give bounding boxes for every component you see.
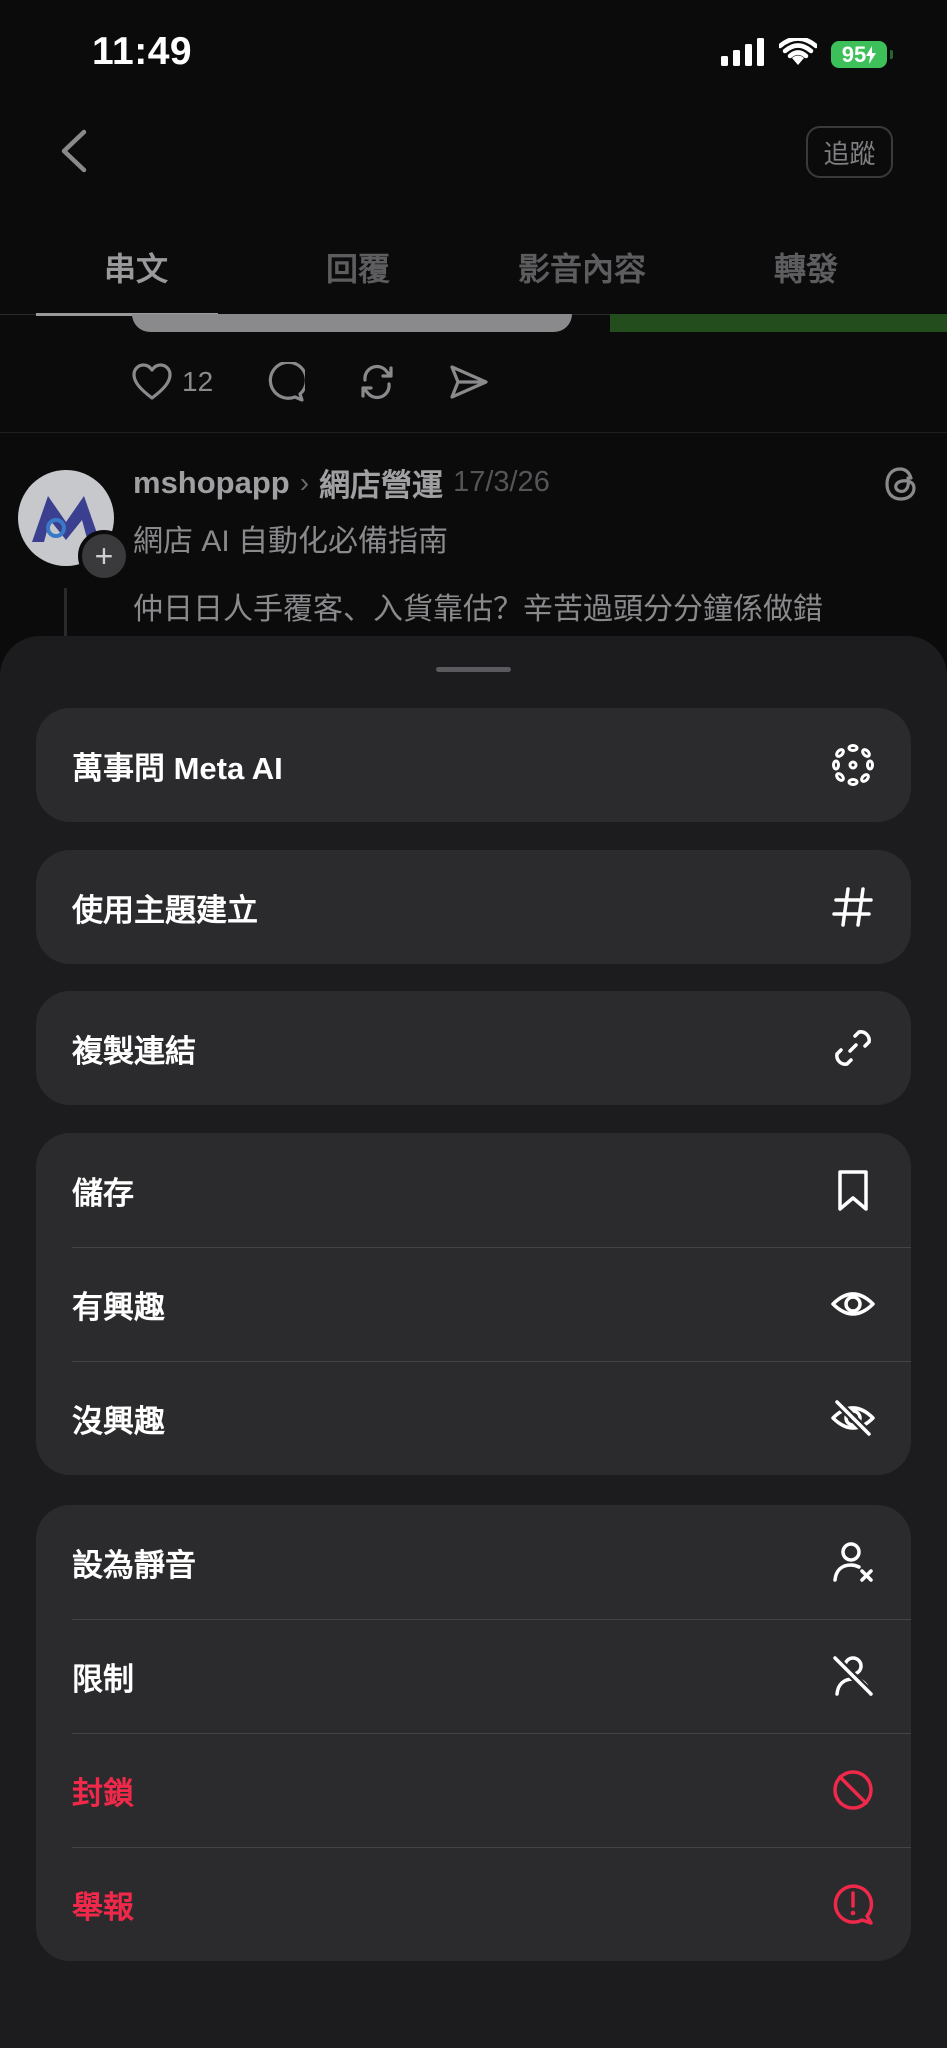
menu-group-save-interest: 儲存 有興趣 沒興趣 bbox=[36, 1133, 911, 1475]
comment-icon bbox=[268, 362, 306, 402]
back-button[interactable] bbox=[52, 126, 102, 176]
profile-tabs: 串文 回覆 影音內容 轉發 bbox=[0, 230, 947, 316]
cellular-signal-icon bbox=[721, 38, 765, 71]
menu-item-label: 複製連結 bbox=[72, 1033, 196, 1069]
meta-ai-icon bbox=[831, 743, 875, 787]
menu-item-ask-meta-ai[interactable]: 萬事問 Meta AI bbox=[36, 708, 911, 822]
menu-group-meta-ai: 萬事問 Meta AI bbox=[36, 708, 911, 822]
mute-user-icon bbox=[831, 1540, 875, 1584]
chevron-right-icon: › bbox=[299, 466, 310, 498]
hashtag-icon bbox=[831, 885, 875, 929]
chevron-left-icon bbox=[61, 129, 87, 173]
menu-item-label: 舉報 bbox=[72, 1889, 134, 1925]
menu-item-create-with-topic[interactable]: 使用主題建立 bbox=[36, 850, 911, 964]
menu-item-block[interactable]: 封鎖 bbox=[36, 1733, 911, 1847]
battery-indicator: 95 bbox=[831, 41, 893, 68]
status-icons: 95 bbox=[721, 36, 893, 71]
menu-item-label: 儲存 bbox=[72, 1175, 134, 1211]
menu-item-label: 萬事問 Meta AI bbox=[72, 750, 283, 786]
post-image-preview[interactable] bbox=[610, 314, 947, 332]
menu-item-interested[interactable]: 有興趣 bbox=[36, 1247, 911, 1361]
menu-item-label: 限制 bbox=[72, 1661, 134, 1697]
menu-item-label: 有興趣 bbox=[72, 1289, 165, 1325]
menu-item-label: 設為靜音 bbox=[72, 1547, 196, 1583]
post-date: 17/3/26 bbox=[453, 466, 550, 498]
status-time: 11:49 bbox=[92, 30, 193, 73]
action-sheet: 萬事問 Meta AI 使用主題建立 複製連結 儲存 有興趣 沒興趣 設為靜音 … bbox=[0, 636, 947, 2048]
sheet-grabber[interactable] bbox=[436, 667, 511, 672]
heart-icon bbox=[132, 363, 172, 400]
bookmark-icon bbox=[831, 1168, 875, 1212]
block-icon bbox=[831, 1768, 875, 1812]
post-meta: mshopapp › 網店營運 17/3/26 bbox=[133, 460, 550, 505]
menu-item-label: 封鎖 bbox=[72, 1775, 134, 1811]
eye-slash-icon bbox=[831, 1396, 875, 1440]
menu-group-topic: 使用主題建立 bbox=[36, 850, 911, 964]
menu-item-restrict[interactable]: 限制 bbox=[36, 1619, 911, 1733]
threads-logo-icon[interactable] bbox=[881, 464, 921, 509]
menu-group-link: 複製連結 bbox=[36, 991, 911, 1105]
menu-item-report[interactable]: 舉報 bbox=[36, 1847, 911, 1961]
like-count: 12 bbox=[182, 366, 214, 397]
post-actions: 12 bbox=[132, 362, 489, 402]
wifi-icon bbox=[777, 36, 819, 71]
send-icon bbox=[450, 365, 488, 399]
tab-replies[interactable]: 回覆 bbox=[326, 244, 390, 290]
post-divider bbox=[0, 432, 947, 433]
repost-button[interactable] bbox=[357, 362, 397, 402]
battery-level: 95 bbox=[841, 41, 867, 67]
post-body: 仲日日人手覆客、入貨靠估？辛苦過頭分分鐘係做錯 bbox=[133, 593, 823, 626]
post-image-preview[interactable] bbox=[132, 314, 572, 332]
charging-bolt-icon bbox=[866, 45, 877, 64]
post-topic[interactable]: 網店營運 bbox=[319, 460, 443, 505]
menu-item-label: 沒興趣 bbox=[72, 1403, 165, 1439]
follow-plus-button[interactable]: + bbox=[78, 530, 130, 582]
tab-reposts[interactable]: 轉發 bbox=[774, 244, 838, 290]
follow-button[interactable]: 追蹤 bbox=[806, 126, 893, 178]
link-icon bbox=[831, 1026, 875, 1070]
share-button[interactable] bbox=[449, 363, 489, 401]
report-icon bbox=[831, 1882, 875, 1926]
eye-icon bbox=[831, 1282, 875, 1326]
status-bar: 11:49 95 bbox=[0, 0, 947, 100]
restrict-user-icon bbox=[831, 1654, 875, 1698]
comment-button[interactable] bbox=[265, 362, 306, 402]
tab-threads[interactable]: 串文 bbox=[104, 244, 168, 290]
profile-header: 追蹤 bbox=[0, 100, 947, 210]
menu-item-mute[interactable]: 設為靜音 bbox=[36, 1505, 911, 1619]
post-subtitle: 網店 AI 自動化必備指南 bbox=[133, 525, 449, 558]
post-username[interactable]: mshopapp bbox=[133, 465, 290, 501]
menu-item-copy-link[interactable]: 複製連結 bbox=[36, 991, 911, 1105]
like-button[interactable]: 12 bbox=[132, 363, 265, 401]
menu-item-save[interactable]: 儲存 bbox=[36, 1133, 911, 1247]
tab-media[interactable]: 影音內容 bbox=[518, 244, 646, 290]
menu-item-not-interested[interactable]: 沒興趣 bbox=[36, 1361, 911, 1475]
repost-icon bbox=[361, 364, 393, 400]
menu-group-moderation: 設為靜音 限制 封鎖 舉報 bbox=[36, 1505, 911, 1961]
menu-item-label: 使用主題建立 bbox=[72, 892, 258, 928]
